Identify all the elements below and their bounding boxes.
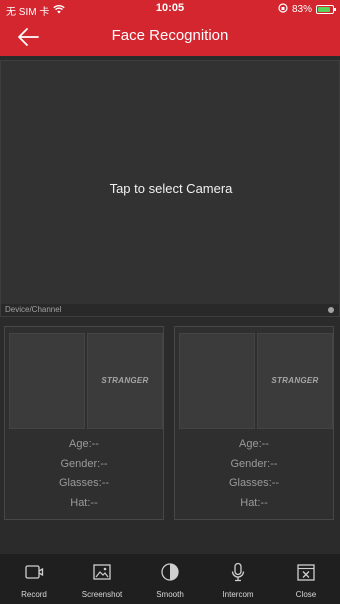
attribute-list: Age:-- Gender:-- Glasses:-- Hat:-- [5,435,163,513]
screenshot-button[interactable]: Screenshot [68,554,136,604]
stranger-label: STRANGER [271,376,319,385]
close-button[interactable]: Close [272,554,340,604]
smooth-label: Smooth [156,590,184,599]
device-channel-label: Device/Channel [5,305,62,314]
status-dot-icon [328,307,334,313]
video-preview[interactable]: Tap to select Camera Device/Channel [0,60,340,317]
close-label: Close [295,590,317,599]
age-text: Age:-- [239,438,269,450]
microphone-icon [231,562,245,582]
capture-image [9,333,85,429]
bottom-toolbar: Record Screenshot Smooth Intercom Close [0,554,340,604]
record-label: Record [21,590,47,599]
nav-bar: Face Recognition [0,18,340,56]
smooth-button[interactable]: Smooth [136,554,204,604]
recognition-cards: STRANGER Age:-- Gender:-- Glasses:-- Hat… [0,324,340,520]
battery-percent: 83% [291,4,312,15]
intercom-label: Intercom [222,590,254,599]
recognition-card[interactable]: STRANGER Age:-- Gender:-- Glasses:-- Hat… [174,326,334,520]
record-button[interactable]: Record [0,554,68,604]
page-title: Face Recognition [111,27,229,44]
gender-text: Gender:-- [60,457,108,470]
screenshot-icon [93,564,111,580]
stranger-label: STRANGER [101,376,149,385]
record-icon [25,565,44,579]
orientation-lock-icon [278,3,288,16]
match-image: STRANGER [87,333,163,429]
recognition-card[interactable]: STRANGER Age:-- Gender:-- Glasses:-- Hat… [4,326,164,520]
smooth-icon [161,563,179,581]
glasses-text: Glasses:-- [228,477,280,489]
hat-text: Hat:-- [70,496,98,509]
gender-text: Gender:-- [230,457,278,470]
status-bar: 无 SIM 卡 10:05 83% [0,0,340,18]
select-camera-prompt[interactable]: Tap to select Camera [1,181,340,196]
header: 无 SIM 卡 10:05 83% Face Recognition [0,0,340,56]
intercom-button[interactable]: Intercom [204,554,272,604]
screenshot-label: Screenshot [81,590,123,599]
capture-image [179,333,255,429]
close-icon [297,564,315,581]
device-channel-bar: Device/Channel [1,304,339,316]
battery-fill [318,7,330,12]
match-image: STRANGER [257,333,333,429]
hat-text: Hat:-- [240,496,268,509]
battery-icon [316,5,336,14]
age-text: Age:-- [69,438,99,450]
glasses-text: Glasses:-- [58,477,110,489]
attribute-list: Age:-- Gender:-- Glasses:-- Hat:-- [175,435,333,513]
